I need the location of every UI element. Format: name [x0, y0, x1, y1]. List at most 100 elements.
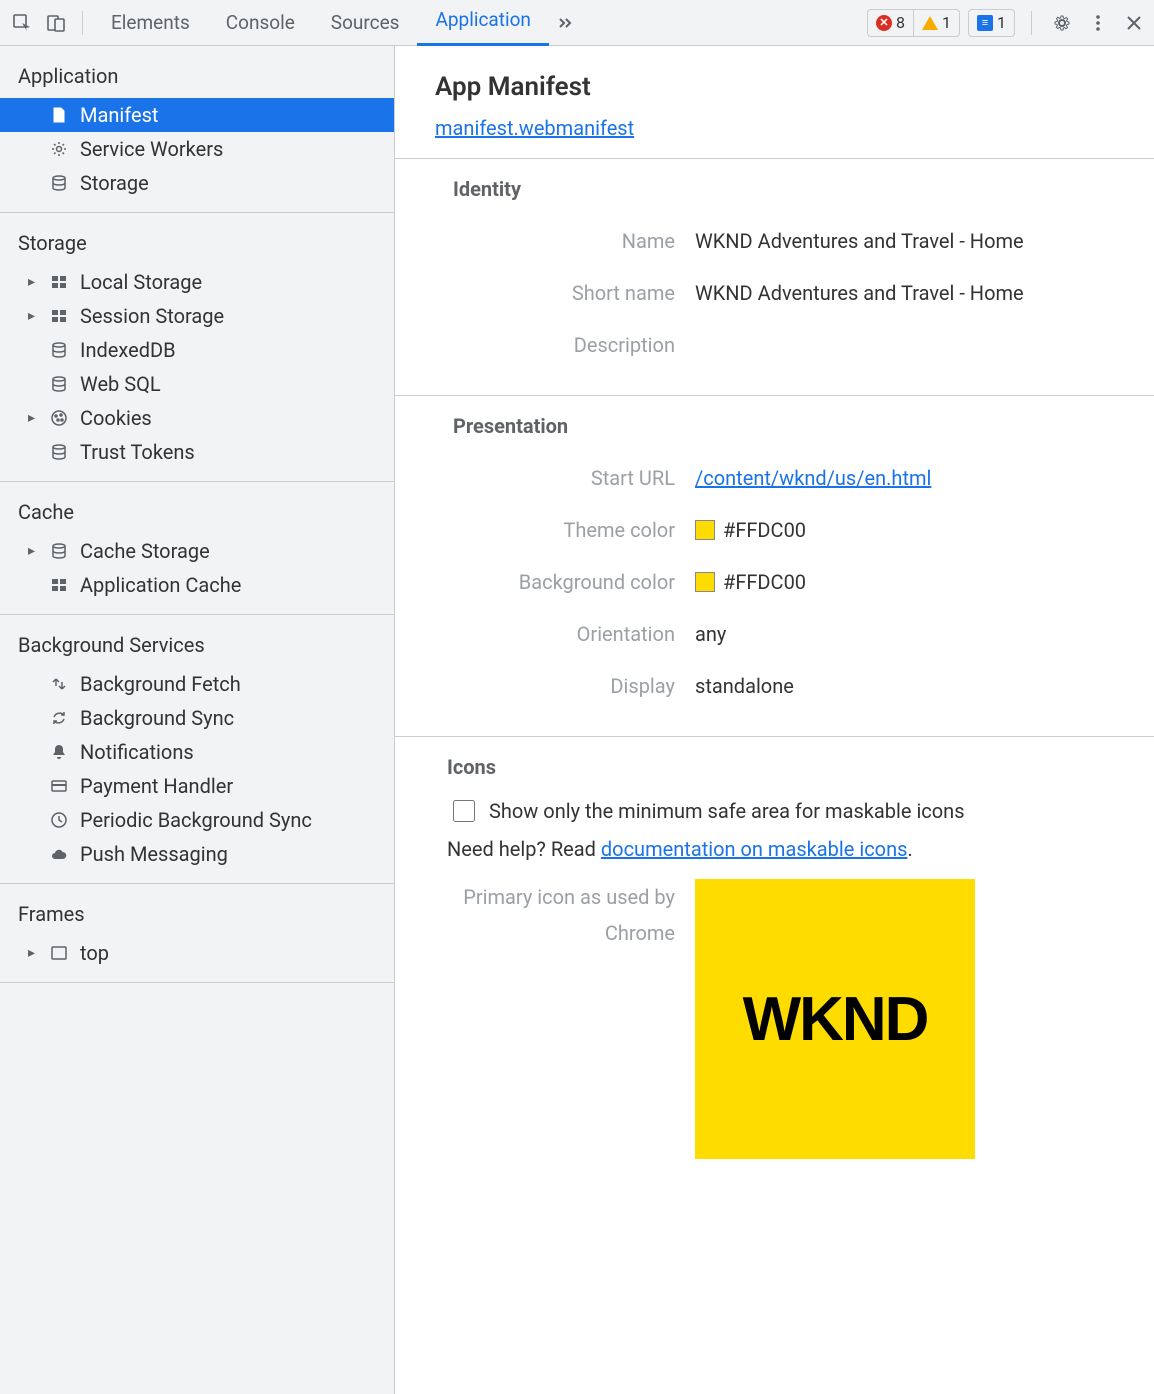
bg-color-label: Background color	[435, 570, 695, 594]
fetch-icon	[48, 673, 70, 695]
panel-tabs: Elements Console Sources Application	[93, 0, 549, 46]
sidebar-item-label: Web SQL	[80, 372, 161, 396]
name-label: Name	[435, 229, 695, 253]
tab-sources[interactable]: Sources	[313, 1, 418, 46]
sidebar-item-cookies[interactable]: Cookies	[0, 401, 394, 435]
manifest-link[interactable]: manifest.webmanifest	[435, 116, 634, 140]
theme-color-swatch	[695, 520, 715, 540]
help-text: Need help? Read documentation on maskabl…	[435, 837, 1114, 861]
primary-icon-preview: WKND	[695, 879, 975, 1159]
sidebar-item-session-storage[interactable]: Session Storage	[0, 299, 394, 333]
sidebar-item-push-messaging[interactable]: Push Messaging	[0, 837, 394, 871]
sidebar-item-label: Service Workers	[80, 137, 223, 161]
content-pane: App Manifest manifest.webmanifest Identi…	[395, 46, 1154, 1394]
sidebar-item-web-sql[interactable]: Web SQL	[0, 367, 394, 401]
more-menu-icon[interactable]	[1084, 9, 1112, 37]
description-label: Description	[435, 333, 695, 357]
more-tabs-icon[interactable]	[551, 9, 579, 37]
sidebar-item-storage[interactable]: Storage	[0, 166, 394, 200]
sidebar-item-top[interactable]: top	[0, 936, 394, 970]
sidebar: ApplicationManifest Service Workers Storag…	[0, 46, 395, 1394]
separator	[1031, 11, 1032, 35]
sidebar-item-cache-storage[interactable]: Cache Storage	[0, 534, 394, 568]
sidebar-item-manifest[interactable]: Manifest	[0, 98, 394, 132]
maskable-checkbox[interactable]	[453, 800, 475, 822]
orientation-value: any	[695, 622, 1114, 646]
warning-icon	[922, 16, 938, 30]
cloud-icon	[48, 843, 70, 865]
table-icon	[48, 305, 70, 327]
sidebar-item-background-sync[interactable]: Background Sync	[0, 701, 394, 735]
sidebar-item-label: Trust Tokens	[80, 440, 195, 464]
sidebar-section-header: Application	[0, 58, 394, 98]
card-icon	[48, 775, 70, 797]
sidebar-item-label: Session Storage	[80, 304, 224, 328]
sidebar-item-label: Cache Storage	[80, 539, 210, 563]
tab-application[interactable]: Application	[417, 0, 548, 46]
sidebar-item-notifications[interactable]: Notifications	[0, 735, 394, 769]
devtools-toolbar: Elements Console Sources Application ✕ 8…	[0, 0, 1154, 46]
issues-icon: ≡	[977, 15, 993, 31]
warning-number: 1	[942, 13, 951, 32]
sidebar-item-label: Cookies	[80, 406, 152, 430]
icons-heading: Icons	[447, 755, 1114, 779]
sidebar-section-header: Frames	[0, 896, 394, 936]
sidebar-item-label: Local Storage	[80, 270, 202, 294]
sidebar-item-label: IndexedDB	[80, 338, 176, 362]
error-icon: ✕	[876, 15, 892, 31]
sidebar-item-label: top	[80, 941, 109, 965]
bg-color-swatch	[695, 572, 715, 592]
table-icon	[48, 271, 70, 293]
sidebar-section-header: Background Services	[0, 627, 394, 667]
short-name-value: WKND Adventures and Travel - Home	[695, 281, 1114, 305]
database-icon	[48, 373, 70, 395]
short-name-label: Short name	[435, 281, 695, 305]
sidebar-section-header: Cache	[0, 494, 394, 534]
identity-heading: Identity	[453, 177, 1114, 201]
bg-color-value: #FFDC00	[723, 570, 806, 594]
bell-icon	[48, 741, 70, 763]
close-panel-icon[interactable]	[1120, 9, 1148, 37]
start-url-value[interactable]: /content/wknd/us/en.html	[695, 466, 931, 490]
tab-console[interactable]: Console	[208, 1, 313, 46]
sidebar-item-service-workers[interactable]: Service Workers	[0, 132, 394, 166]
sidebar-item-payment-handler[interactable]: Payment Handler	[0, 769, 394, 803]
name-value: WKND Adventures and Travel - Home	[695, 229, 1114, 253]
warning-count[interactable]: 1	[913, 10, 959, 36]
theme-color-label: Theme color	[435, 518, 695, 542]
document-icon	[48, 104, 70, 126]
separator	[82, 11, 83, 35]
sidebar-item-background-fetch[interactable]: Background Fetch	[0, 667, 394, 701]
sidebar-section-header: Storage	[0, 225, 394, 265]
database-icon	[48, 339, 70, 361]
sidebar-item-local-storage[interactable]: Local Storage	[0, 265, 394, 299]
inspect-icon[interactable]	[6, 7, 38, 39]
issues-number: 1	[997, 13, 1006, 32]
sidebar-item-trust-tokens[interactable]: Trust Tokens	[0, 435, 394, 469]
device-toggle-icon[interactable]	[40, 7, 72, 39]
sidebar-item-indexeddb[interactable]: IndexedDB	[0, 333, 394, 367]
sidebar-item-label: Payment Handler	[80, 774, 233, 798]
gear-icon	[48, 138, 70, 160]
error-count[interactable]: ✕ 8	[868, 10, 913, 36]
tab-elements[interactable]: Elements	[93, 1, 208, 46]
sidebar-item-label: Periodic Background Sync	[80, 808, 312, 832]
display-label: Display	[435, 674, 695, 698]
sidebar-item-periodic-background-sync[interactable]: Periodic Background Sync	[0, 803, 394, 837]
maskable-docs-link[interactable]: documentation on maskable icons	[601, 837, 908, 861]
sidebar-item-application-cache[interactable]: Application Cache	[0, 568, 394, 602]
issues-count[interactable]: ≡ 1	[968, 9, 1015, 37]
table-icon	[48, 574, 70, 596]
sidebar-item-label: Background Fetch	[80, 672, 241, 696]
sidebar-item-label: Storage	[80, 171, 149, 195]
console-counts[interactable]: ✕ 8 1	[867, 9, 960, 37]
orientation-label: Orientation	[435, 622, 695, 646]
page-title: App Manifest	[435, 72, 1114, 102]
primary-icon-label: Primary icon as used by Chrome	[435, 879, 695, 1159]
cookie-icon	[48, 407, 70, 429]
database-icon	[48, 540, 70, 562]
sidebar-item-label: Notifications	[80, 740, 194, 764]
clock-icon	[48, 809, 70, 831]
sidebar-item-label: Application Cache	[80, 573, 241, 597]
settings-icon[interactable]	[1048, 9, 1076, 37]
